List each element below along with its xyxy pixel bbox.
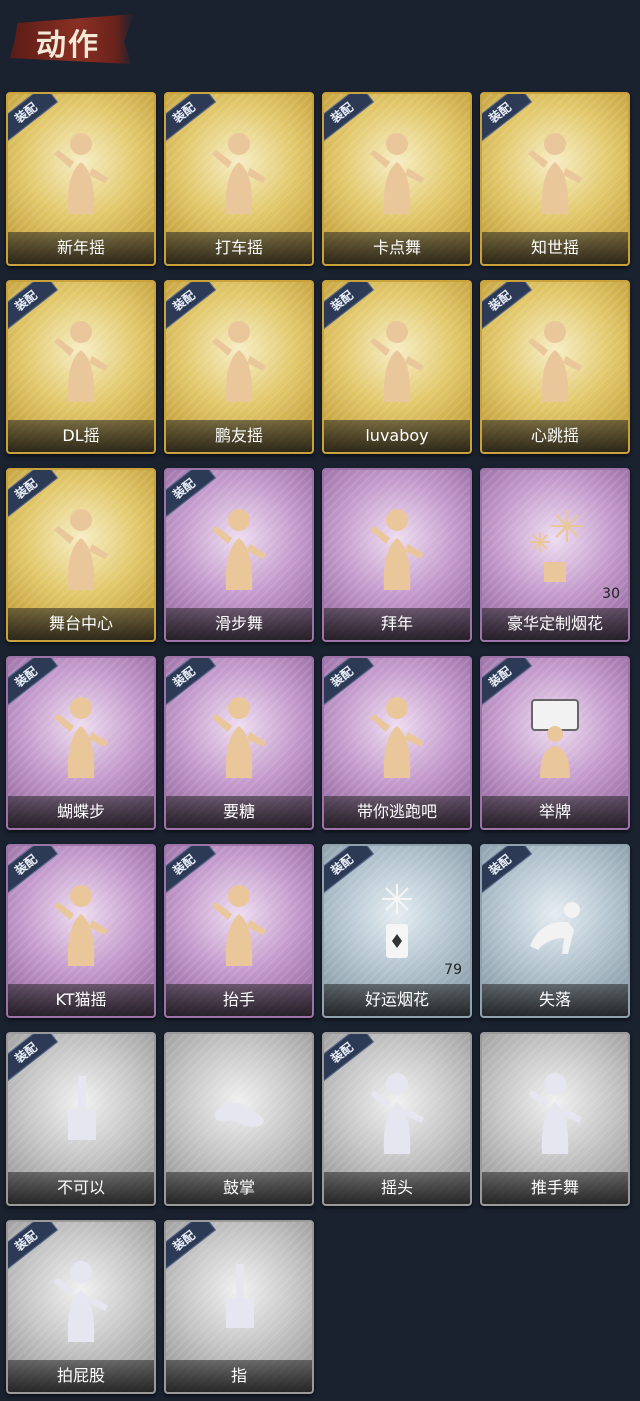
emote-card[interactable]: 装配 滑步舞 — [164, 468, 314, 642]
sign-figure-icon — [522, 692, 588, 778]
emote-card[interactable]: 装配 摇头 — [322, 1032, 472, 1206]
emote-card[interactable]: 装配 打车摇 — [164, 92, 314, 266]
page-title: 动作 — [36, 28, 100, 63]
dance-figure-icon — [48, 316, 114, 402]
header: 动作 — [0, 0, 640, 80]
emote-card[interactable]: 装配指 — [164, 1220, 314, 1394]
emote-label: 好运烟花 — [324, 984, 470, 1016]
emote-card[interactable]: 装配 举牌 — [480, 656, 630, 830]
emote-card[interactable]: 装配 拍屁股 — [6, 1220, 156, 1394]
emote-card[interactable]: 推手舞 — [480, 1032, 630, 1206]
emote-label: 举牌 — [482, 796, 628, 828]
emote-label: 拜年 — [324, 608, 470, 640]
dance-figure-icon — [206, 316, 272, 402]
emote-card[interactable]: 鼓掌 — [164, 1032, 314, 1206]
dance-figure-icon — [364, 692, 430, 778]
dance-figure-icon — [522, 128, 588, 214]
dance-figure-icon — [364, 316, 430, 402]
emote-card[interactable]: 拜年 — [322, 468, 472, 642]
fireworks-icon — [522, 504, 588, 590]
emote-card[interactable]: 装配 心跳摇 — [480, 280, 630, 454]
item-count: 30 — [602, 586, 620, 602]
dance-figure-icon — [522, 316, 588, 402]
emote-label: 滑步舞 — [166, 608, 312, 640]
emote-card[interactable]: 装配 知世摇 — [480, 92, 630, 266]
emote-card[interactable]: 装配 luvaboy — [322, 280, 472, 454]
emote-card[interactable]: 装配 DL摇 — [6, 280, 156, 454]
emote-label: 打车摇 — [166, 232, 312, 264]
emote-label: 拍屁股 — [8, 1360, 154, 1392]
dance-figure-icon — [48, 504, 114, 590]
dance-figure-icon — [48, 128, 114, 214]
emote-label: 摇头 — [324, 1172, 470, 1204]
dance-figure-icon — [206, 128, 272, 214]
emote-label: 舞台中心 — [8, 608, 154, 640]
emote-card[interactable]: 装配 舞台中心 — [6, 468, 156, 642]
emote-card[interactable]: 装配 要糖 — [164, 656, 314, 830]
emote-card[interactable]: 30 豪华定制烟花 — [480, 468, 630, 642]
figure-icon — [206, 692, 272, 778]
emote-label: 带你逃跑吧 — [324, 796, 470, 828]
emote-label: 鼓掌 — [166, 1172, 312, 1204]
crawl-figure-icon — [522, 880, 588, 966]
figure-icon — [206, 880, 272, 966]
emote-card[interactable]: 装配 卡点舞 — [322, 92, 472, 266]
dance-figure-icon — [48, 880, 114, 966]
emote-label: 推手舞 — [482, 1172, 628, 1204]
emote-card[interactable]: 装配 KT猫摇 — [6, 844, 156, 1018]
dance-figure-icon — [206, 504, 272, 590]
emote-label: 失落 — [482, 984, 628, 1016]
item-count: 79 — [444, 962, 462, 978]
finger-icon — [48, 1068, 114, 1154]
dance-figure-icon — [364, 128, 430, 214]
emote-label: 蝴蝶步 — [8, 796, 154, 828]
bow-figure-icon — [364, 504, 430, 590]
emote-label: 新年摇 — [8, 232, 154, 264]
emote-label: 知世摇 — [482, 232, 628, 264]
emote-label: 豪华定制烟花 — [482, 608, 628, 640]
emote-label: luvaboy — [324, 420, 470, 452]
emote-label: DL摇 — [8, 420, 154, 452]
emote-label: 鹏友摇 — [166, 420, 312, 452]
emote-grid: 装配 新年摇 装配 打车摇 装配 卡点舞 装配 知世摇装配 DL摇 装配 鹏友摇 装配 l… — [6, 92, 636, 1394]
emote-label: 心跳摇 — [482, 420, 628, 452]
figure-icon — [364, 1068, 430, 1154]
emote-card[interactable]: 装配 抬手 — [164, 844, 314, 1018]
clap-icon — [206, 1068, 272, 1154]
emote-card[interactable]: 装配 带你逃跑吧 — [322, 656, 472, 830]
figure-icon — [522, 1068, 588, 1154]
firework-can-icon — [364, 880, 430, 966]
emote-label: 不可以 — [8, 1172, 154, 1204]
emote-label: 要糖 — [166, 796, 312, 828]
emote-card[interactable]: 装配 不可以 — [6, 1032, 156, 1206]
emote-card[interactable]: 装配 鹏友摇 — [164, 280, 314, 454]
emote-label: KT猫摇 — [8, 984, 154, 1016]
point-hand-icon — [206, 1256, 272, 1342]
figure-icon — [48, 1256, 114, 1342]
emote-card[interactable]: 装配 失落 — [480, 844, 630, 1018]
emote-label: 卡点舞 — [324, 232, 470, 264]
emote-card[interactable]: 装配 蝴蝶步 — [6, 656, 156, 830]
emote-card[interactable]: 装配 79 好运烟花 — [322, 844, 472, 1018]
emote-label: 指 — [166, 1360, 312, 1392]
dance-figure-icon — [48, 692, 114, 778]
emote-label: 抬手 — [166, 984, 312, 1016]
emote-card[interactable]: 装配 新年摇 — [6, 92, 156, 266]
